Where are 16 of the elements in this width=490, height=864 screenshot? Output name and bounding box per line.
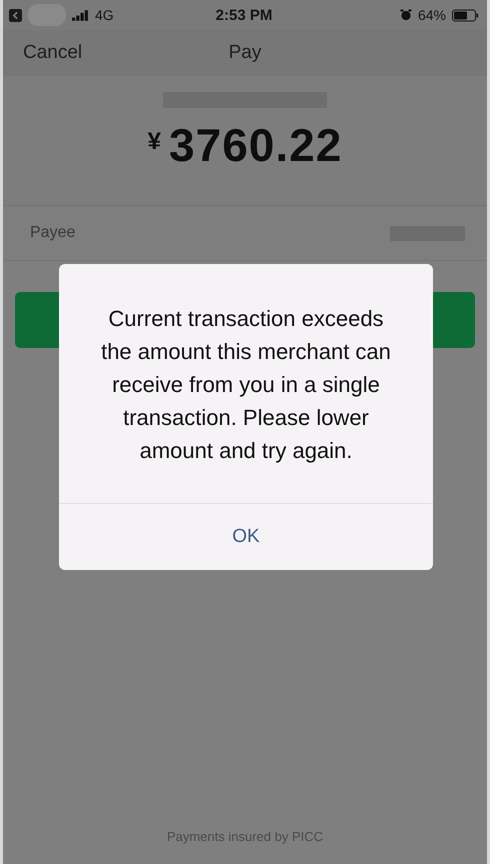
button-edge bbox=[431, 292, 475, 348]
amount-value: 3760.22 bbox=[169, 118, 342, 172]
alarm-icon bbox=[400, 9, 412, 21]
page-title: Pay bbox=[228, 42, 262, 64]
ok-button[interactable]: OK bbox=[59, 503, 433, 570]
battery-percent: 64% bbox=[418, 7, 446, 23]
signal-icon bbox=[72, 10, 89, 20]
clock-time: 2:53 PM bbox=[216, 6, 272, 24]
currency-symbol: ¥ bbox=[148, 128, 162, 156]
button-edge bbox=[15, 292, 59, 348]
app-icon bbox=[9, 8, 22, 22]
payee-label: Payee bbox=[30, 224, 76, 242]
cancel-button[interactable]: Cancel bbox=[23, 42, 82, 64]
network-type: 4G bbox=[95, 7, 114, 23]
battery-icon bbox=[452, 8, 479, 22]
alert-message: Current transaction exceeds the amount this merchant can receive from you in a single transaction. Please lower amount and try again. bbox=[100, 305, 392, 465]
